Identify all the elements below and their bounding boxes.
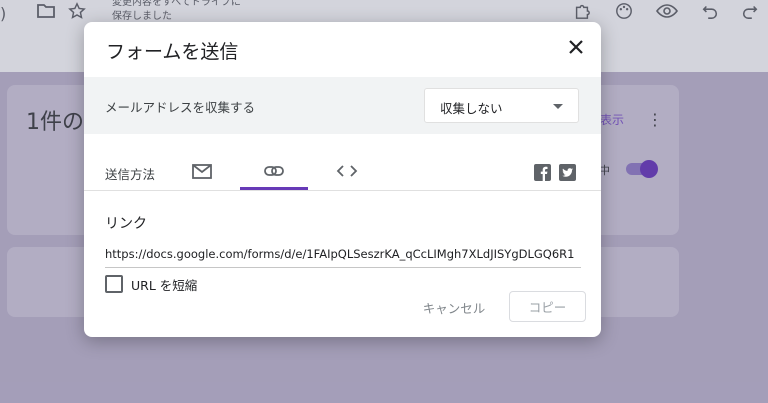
tab-embed[interactable]	[330, 154, 364, 190]
dialog-title: フォームを送信	[106, 41, 239, 63]
shorten-url-checkbox[interactable]	[105, 275, 123, 293]
collect-email-row: メールアドレスを収集する 収集しない	[84, 77, 601, 134]
chevron-down-icon	[553, 104, 563, 109]
link-heading: リンク	[105, 216, 147, 232]
collect-email-dropdown[interactable]: 収集しない	[424, 88, 579, 123]
facebook-icon[interactable]	[534, 164, 551, 181]
tab-link[interactable]	[240, 154, 308, 190]
twitter-icon[interactable]	[559, 164, 576, 181]
code-icon	[336, 165, 358, 177]
cancel-button[interactable]: キャンセル	[414, 292, 494, 322]
form-url-field[interactable]: https://docs.google.com/forms/d/e/1FAIpQ…	[105, 245, 581, 268]
tab-email[interactable]	[186, 154, 218, 190]
tab-divider	[84, 190, 601, 191]
copy-button[interactable]: コピー	[509, 291, 586, 322]
send-method-label: 送信方法	[105, 167, 156, 182]
send-form-dialog: フォームを送信 メールアドレスを収集する 収集しない 送信方法 リンク http…	[84, 22, 601, 337]
email-icon	[192, 164, 212, 179]
collect-email-value: 収集しない	[440, 101, 503, 116]
link-icon	[264, 166, 284, 176]
form-url-text[interactable]: https://docs.google.com/forms/d/e/1FAIpQ…	[105, 245, 581, 263]
collect-email-label: メールアドレスを収集する	[105, 100, 256, 115]
close-icon[interactable]	[565, 36, 587, 58]
shorten-url-label[interactable]: URL を短縮	[131, 275, 197, 294]
